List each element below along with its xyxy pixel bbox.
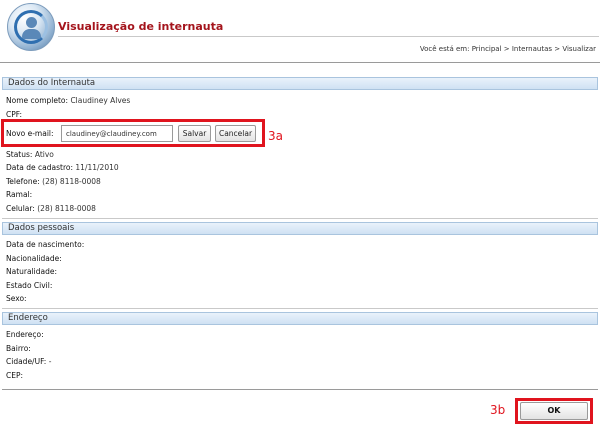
page-header: Visualização de internauta Você está em:…	[0, 0, 600, 58]
field-endereco: Endereço:	[6, 330, 44, 339]
nome-label: Nome completo:	[6, 96, 69, 105]
logo-person-head	[26, 17, 37, 28]
status-value: Ativo	[34, 150, 54, 159]
celular-label: Celular:	[6, 204, 35, 213]
field-nacionalidade: Nacionalidade:	[6, 254, 62, 263]
field-bairro: Bairro:	[6, 344, 31, 353]
logo-person-body	[22, 29, 41, 39]
cidade-value: -	[48, 357, 52, 366]
ramal-label: Ramal:	[6, 190, 33, 199]
cadastro-value: 11/11/2010	[75, 163, 119, 172]
field-celular: Celular: (28) 8118-0008	[6, 204, 96, 213]
field-cidade-uf: Cidade/UF: -	[6, 357, 51, 366]
page-title: Visualização de internauta	[58, 20, 224, 33]
ok-callout-marker: 3b	[490, 403, 506, 417]
nome-value: Claudiney Alves	[70, 96, 131, 105]
field-naturalidade: Naturalidade:	[6, 267, 58, 276]
field-sexo: Sexo:	[6, 294, 27, 303]
breadcrumb: Você está em: Principal > Internautas > …	[419, 45, 596, 53]
field-estado-civil: Estado Civil:	[6, 281, 53, 290]
field-cep: CEP:	[6, 371, 24, 380]
cidade-label: Cidade/UF:	[6, 357, 47, 366]
cpf-label: CPF:	[6, 110, 23, 119]
status-label: Status:	[6, 150, 33, 159]
telefone-label: Telefone:	[6, 177, 40, 186]
field-status: Status: Ativo	[6, 150, 54, 159]
section-endereco: Endereço	[2, 312, 598, 325]
header-divider	[0, 62, 600, 63]
field-data-cadastro: Data de cadastro: 11/11/2010	[6, 163, 119, 172]
user-globe-icon	[7, 3, 55, 51]
section-divider	[2, 308, 598, 309]
celular-value: (28) 8118-0008	[37, 204, 96, 213]
footer-divider	[2, 389, 598, 390]
ok-button[interactable]: OK	[520, 402, 588, 420]
section-dados-internauta: Dados do Internauta	[2, 77, 598, 90]
title-underline	[58, 36, 599, 37]
telefone-value: (28) 8118-0008	[42, 177, 101, 186]
field-cpf: CPF:	[6, 110, 22, 119]
field-nome: Nome completo: Claudiney Alves	[6, 96, 130, 105]
field-nascimento: Data de nascimento:	[6, 240, 85, 249]
email-callout-marker: 3a	[268, 129, 283, 143]
field-ramal: Ramal:	[6, 190, 32, 199]
cadastro-label: Data de cadastro:	[6, 163, 74, 172]
section-divider	[2, 218, 598, 219]
field-telefone: Telefone: (28) 8118-0008	[6, 177, 101, 186]
email-callout-box	[1, 119, 265, 147]
section-dados-pessoais: Dados pessoais	[2, 222, 598, 235]
